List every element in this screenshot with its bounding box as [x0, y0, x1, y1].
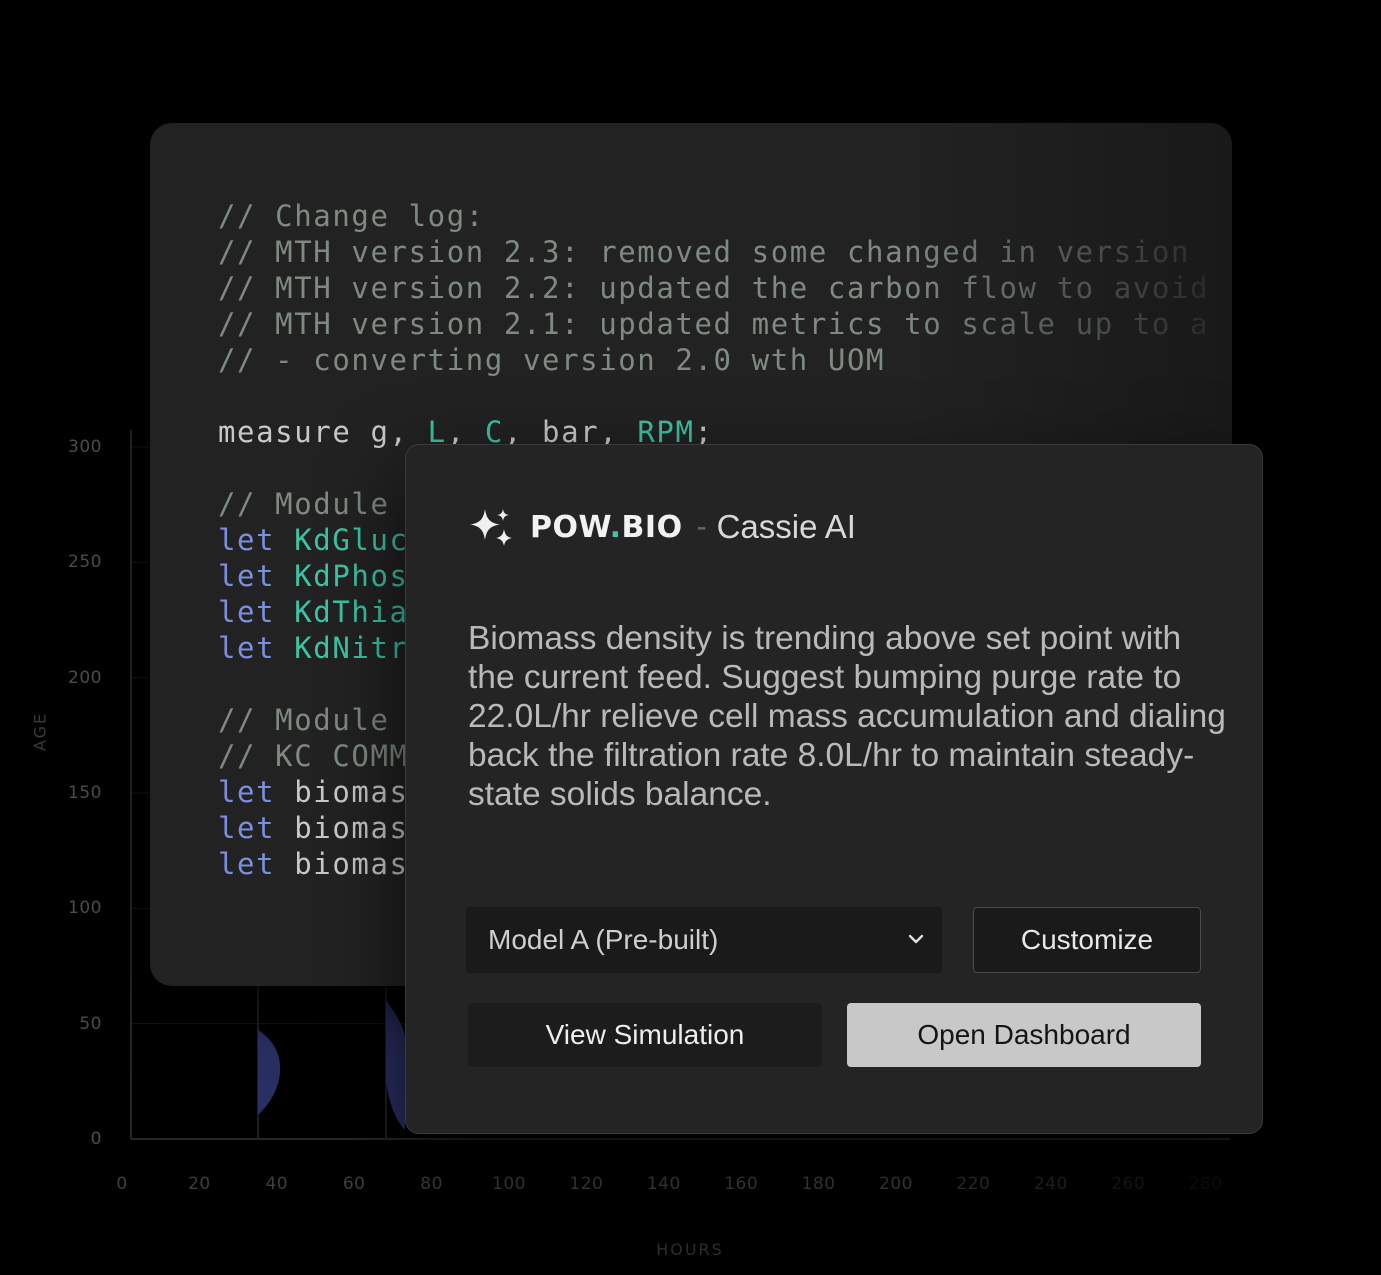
code-token: biomas [294, 847, 409, 881]
brand-main: POW [530, 509, 610, 545]
code-line: // Module [218, 703, 390, 737]
code-token: // KC COMM [218, 739, 409, 773]
code-token: let [218, 595, 295, 629]
x-tick-label: 140 [646, 1174, 681, 1194]
x-tick-label: 220 [956, 1174, 991, 1194]
product-name: Cassie AI [716, 508, 856, 545]
code-token: biomas [294, 775, 409, 809]
y-tick-label: 100 [68, 898, 102, 919]
code-line: let KdPhos [218, 559, 409, 593]
code-token: measure g, [218, 415, 428, 449]
x-tick-label: 120 [569, 1174, 604, 1194]
y-tick-label: 250 [68, 552, 102, 573]
y-tick-label: 50 [79, 1013, 102, 1034]
x-tick-label: 60 [342, 1174, 366, 1194]
code-token: let [218, 523, 295, 557]
code-token: KdGluc [294, 523, 409, 557]
code-token: // MTH version 2.3: removed some changed… [218, 235, 1191, 269]
code-line: let KdGluc [218, 523, 409, 557]
brand-suffix: BIO [621, 509, 683, 545]
code-line: // MTH version 2.1: updated metrics to s… [218, 307, 1209, 341]
code-line: // MTH version 2.2: updated the carbon f… [218, 271, 1209, 305]
sparkle-icon [470, 509, 512, 546]
x-tick-label: 20 [188, 1174, 211, 1194]
x-tick-label: 100 [492, 1174, 526, 1194]
code-token: // Module [218, 487, 390, 521]
x-tick-label: 200 [879, 1174, 913, 1194]
y-tick-label: 300 [68, 437, 102, 457]
code-line: // Change log: [218, 199, 485, 233]
code-token: KdNitr [294, 631, 409, 665]
code-line: let biomas [218, 775, 409, 809]
y-tick-label: 0 [90, 1129, 102, 1149]
ai-message: Biomass density is trending above set po… [468, 620, 1226, 813]
y-tick-label: 150 [68, 783, 102, 803]
code-line: let biomas [218, 811, 409, 845]
code-line: // KC COMM [218, 739, 409, 773]
brand-dot: . [609, 509, 622, 545]
x-tick-label: 240 [1033, 1174, 1068, 1194]
series-shape [386, 1000, 405, 1130]
code-token: let [218, 559, 295, 593]
code-token: // Change log: [218, 199, 485, 233]
code-token: let [218, 847, 295, 881]
x-tick-label: 180 [801, 1174, 836, 1194]
code-token: // MTH version 2.2: updated the carbon f… [218, 271, 1210, 305]
code-token: let [218, 631, 295, 665]
x-tick-label: 40 [265, 1174, 289, 1194]
dialog-header: POW.BIO - Cassie AI [468, 505, 856, 549]
open-dashboard-button[interactable]: Open Dashboard [847, 1003, 1201, 1067]
code-token: // MTH version 2.1: updated metrics to s… [218, 307, 1210, 341]
code-token: // Module [218, 703, 390, 737]
code-line: let biomas [218, 847, 409, 881]
code-token: // - converting version 2.0 wth UOM [218, 343, 886, 377]
code-token: KdThia [294, 595, 409, 629]
brand-separator: - [696, 510, 707, 543]
y-axis-label: AGE [30, 711, 50, 752]
code-token: KdPhos [294, 559, 409, 593]
chevron-down-icon [908, 934, 924, 944]
code-line: // Module [218, 487, 390, 521]
x-axis-label: HOURS [656, 1240, 724, 1259]
x-tick-label: 260 [1111, 1174, 1146, 1194]
x-tick-label: 280 [1188, 1174, 1223, 1194]
customize-button[interactable]: Customize [973, 907, 1201, 973]
series-shape [258, 1030, 281, 1115]
y-tick-label: 200 [68, 667, 102, 688]
model-select[interactable]: Model A (Pre-built) [466, 907, 942, 973]
code-token: biomas [294, 811, 409, 845]
code-line: let KdThia [218, 595, 409, 629]
ai-suggestion-dialog: POW.BIO - Cassie AI Biomass density is t… [405, 444, 1263, 1134]
code-token: let [218, 811, 295, 845]
code-token: let [218, 775, 295, 809]
code-line: // MTH version 2.3: removed some changed… [218, 235, 1190, 269]
model-select-value: Model A (Pre-built) [488, 924, 719, 955]
x-tick-label: 160 [724, 1174, 759, 1194]
code-line: // - converting version 2.0 wth UOM [218, 343, 885, 377]
chart-series [258, 1000, 405, 1130]
brand-logo: POW.BIO [530, 510, 683, 545]
view-simulation-button[interactable]: View Simulation [468, 1003, 822, 1067]
x-tick-label: 80 [420, 1174, 443, 1194]
code-line: let KdNitr [218, 631, 409, 665]
x-tick-label: 0 [116, 1174, 128, 1194]
